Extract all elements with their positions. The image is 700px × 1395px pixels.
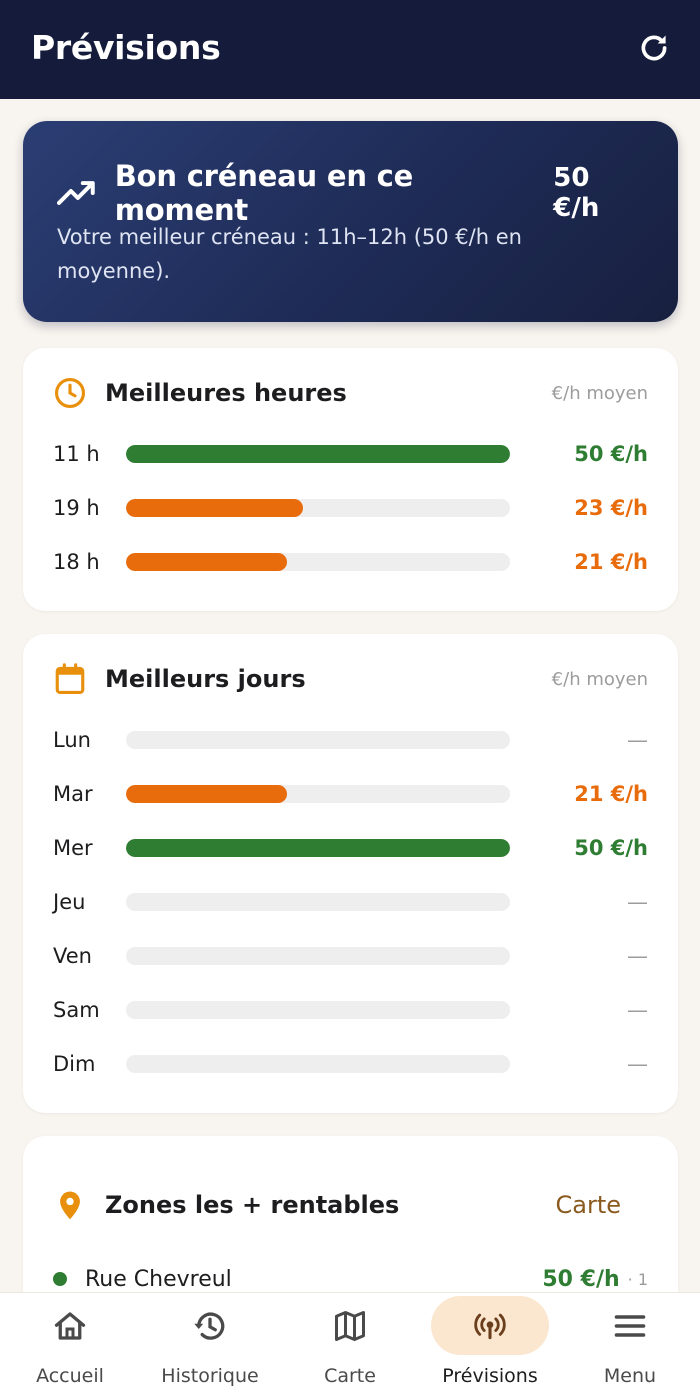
bar-row: 18 h 21 €/h xyxy=(53,547,648,577)
bar-row: Jeu — xyxy=(53,887,648,917)
top-zones-title: Zones les + rentables xyxy=(105,1191,400,1219)
bar-track xyxy=(126,1001,510,1019)
bar-row: Mer 50 €/h xyxy=(53,833,648,863)
map-icon xyxy=(335,1311,365,1341)
best-hours-unit-note: €/h moyen xyxy=(551,382,648,404)
bar-label: Mer xyxy=(53,836,93,860)
best-days-unit-note: €/h moyen xyxy=(551,668,648,690)
bar-label: Lun xyxy=(53,728,91,752)
bar-label: Dim xyxy=(53,1052,96,1076)
best-hours-card: Meilleures heures €/h moyen 11 h 50 €/h 19… xyxy=(23,348,678,611)
nav-label: Carte xyxy=(324,1365,376,1387)
nav-label: Accueil xyxy=(36,1365,104,1387)
banner-rate: 50 €/h xyxy=(553,163,600,223)
bar-track xyxy=(126,1055,510,1073)
zone-name: Rue Chevreul xyxy=(85,1266,232,1292)
best-days-card: Meilleurs jours €/h moyen Lun — Mar 21 €/h M… xyxy=(23,634,678,1113)
bar-track xyxy=(126,553,510,571)
bar-label: 11 h xyxy=(53,442,100,466)
top-zones-card: Zones les + rentables Carte Rue Chevreul… xyxy=(23,1136,678,1292)
bar-fill xyxy=(126,499,303,517)
bar-track xyxy=(126,839,510,857)
refresh-button[interactable] xyxy=(636,30,672,66)
clock-icon xyxy=(54,377,86,409)
bar-label: Jeu xyxy=(53,890,86,914)
bar-value: 50 €/h xyxy=(574,836,648,860)
bottom-navigation: Accueil Historique Carte Prévisions Menu xyxy=(0,1292,700,1395)
bar-label: Sam xyxy=(53,998,100,1022)
bar-row: Ven — xyxy=(53,941,648,971)
main-content[interactable]: Bon créneau en ce moment 50 €/h Votre me… xyxy=(0,99,700,1292)
bar-track xyxy=(126,785,510,803)
zone-rate: 50 €/h xyxy=(542,1266,620,1292)
nav-label: Prévisions xyxy=(442,1365,538,1387)
bar-track xyxy=(126,947,510,965)
bar-row: 19 h 23 €/h xyxy=(53,493,648,523)
calendar-icon xyxy=(55,663,85,695)
top-bar: Prévisions xyxy=(0,0,700,99)
bar-fill xyxy=(126,785,288,803)
current-slot-banner: Bon créneau en ce moment 50 €/h Votre me… xyxy=(23,121,678,322)
bar-value: 21 €/h xyxy=(574,782,648,806)
bar-label: 19 h xyxy=(53,496,100,520)
banner-description: Votre meilleur créneau : 11h–12h (50 €/h… xyxy=(57,225,522,283)
zone-status-dot xyxy=(53,1272,67,1286)
menu-icon xyxy=(614,1315,646,1337)
refresh-icon xyxy=(641,35,667,60)
nav-previsions[interactable]: Prévisions xyxy=(420,1293,560,1395)
best-days-title: Meilleurs jours xyxy=(105,665,306,693)
map-pin-icon xyxy=(60,1191,80,1220)
nav-menu[interactable]: Menu xyxy=(560,1293,700,1395)
page-title: Prévisions xyxy=(31,28,221,67)
bar-value: — xyxy=(627,1052,648,1076)
zone-item[interactable]: Rue Chevreul 50 €/h · 1 xyxy=(53,1261,648,1292)
nav-label: Historique xyxy=(161,1365,259,1387)
nav-accueil[interactable]: Accueil xyxy=(0,1293,140,1395)
bar-track xyxy=(126,731,510,749)
nav-historique[interactable]: Historique xyxy=(140,1293,280,1395)
bar-value: 50 €/h xyxy=(574,442,648,466)
bar-track xyxy=(126,445,510,463)
map-link[interactable]: Carte xyxy=(555,1191,621,1219)
bar-value: 21 €/h xyxy=(574,550,648,574)
bar-row: Lun — xyxy=(53,725,648,755)
banner-title: Bon créneau en ce moment xyxy=(114,159,414,227)
bar-label: 18 h xyxy=(53,550,100,574)
history-icon xyxy=(194,1312,225,1340)
nav-carte[interactable]: Carte xyxy=(280,1293,420,1395)
broadcast-icon xyxy=(474,1313,506,1340)
zone-count: · 1 xyxy=(627,1269,648,1289)
bar-row: Sam — xyxy=(53,995,648,1025)
best-hours-title: Meilleures heures xyxy=(105,379,347,407)
bar-label: Ven xyxy=(53,944,92,968)
bar-track xyxy=(126,893,510,911)
trending-up-icon xyxy=(57,181,95,205)
bar-track xyxy=(126,499,510,517)
bar-value: — xyxy=(627,998,648,1022)
home-icon xyxy=(54,1312,86,1340)
bar-fill xyxy=(126,445,510,463)
bar-fill xyxy=(126,839,510,857)
bar-fill xyxy=(126,553,288,571)
bar-value: — xyxy=(627,944,648,968)
bar-row: Dim — xyxy=(53,1049,648,1079)
bar-value: 23 €/h xyxy=(574,496,648,520)
bar-label: Mar xyxy=(53,782,93,806)
bar-value: — xyxy=(627,890,648,914)
nav-label: Menu xyxy=(603,1365,657,1387)
bar-row: 11 h 50 €/h xyxy=(53,439,648,469)
bar-value: — xyxy=(627,728,648,752)
bar-row: Mar 21 €/h xyxy=(53,779,648,809)
